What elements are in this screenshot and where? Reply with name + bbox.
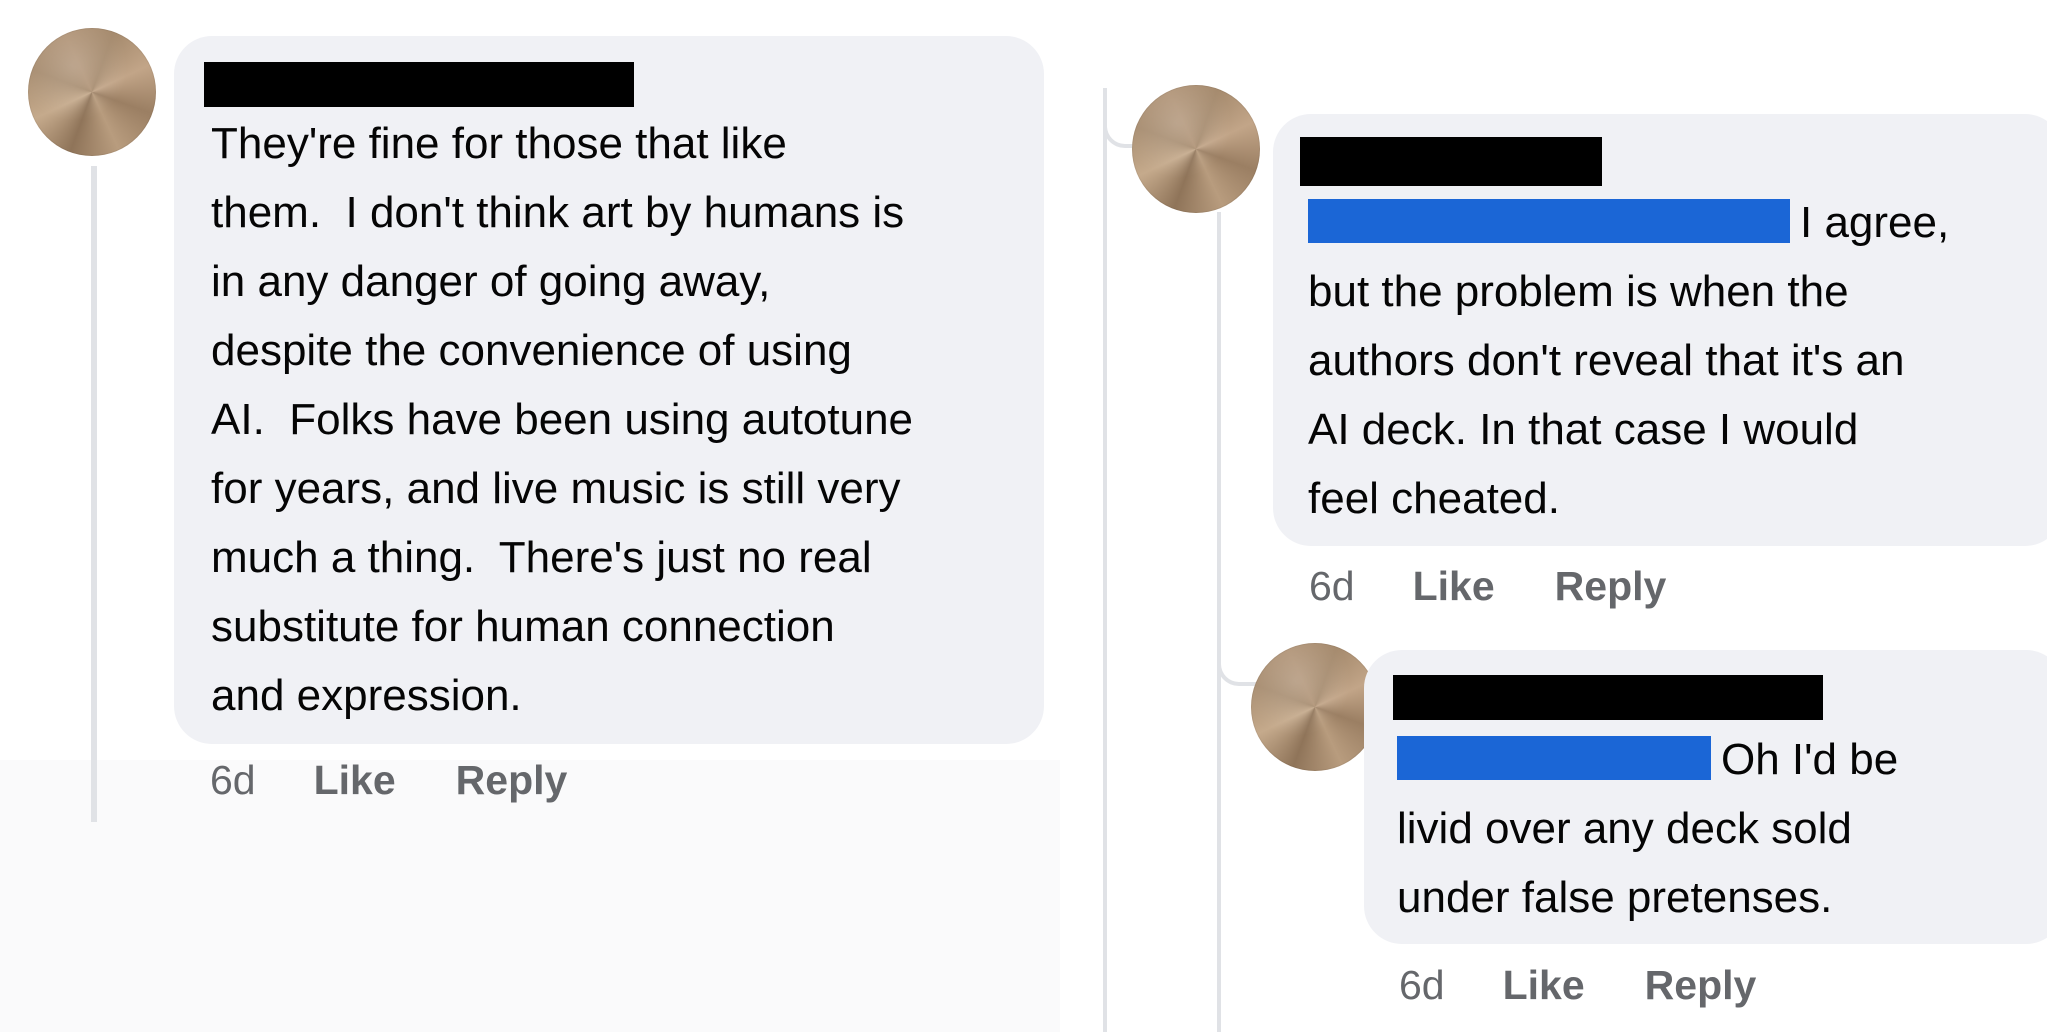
comment-text: Oh I'd be livid over any deck sold under… xyxy=(1397,735,1899,922)
comment-text: I agree, but the problem is when the aut… xyxy=(1308,198,1950,523)
right-comment-pane: I agree, but the problem is when the aut… xyxy=(1060,0,2047,1032)
thread-connector xyxy=(1217,650,1257,686)
redacted-author-name xyxy=(204,62,634,107)
comment-timestamp: 6d xyxy=(210,757,256,803)
reply-button[interactable]: Reply xyxy=(1645,962,1757,1009)
comment-actions: 6d Like Reply xyxy=(1309,563,1666,610)
comment-timestamp: 6d xyxy=(1309,563,1355,609)
comment-actions: 6d Like Reply xyxy=(1399,962,1756,1009)
thread-line xyxy=(1217,212,1221,1032)
comment-actions: 6d Like Reply xyxy=(210,757,567,804)
reply-button[interactable]: Reply xyxy=(456,757,568,804)
like-button[interactable]: Like xyxy=(1503,962,1585,1009)
thread-line xyxy=(91,166,97,822)
redacted-mention[interactable] xyxy=(1308,199,1790,243)
left-comment-pane: They're fine for those that like them. I… xyxy=(0,0,1060,1032)
redacted-mention[interactable] xyxy=(1397,736,1711,780)
redacted-author-name xyxy=(1300,137,1602,186)
reply-button[interactable]: Reply xyxy=(1555,563,1667,610)
comment-timestamp: 6d xyxy=(1399,962,1445,1008)
like-button[interactable]: Like xyxy=(314,757,396,804)
redacted-author-name xyxy=(1393,675,1823,720)
thread-line xyxy=(1103,88,1107,1032)
avatar[interactable] xyxy=(28,28,156,156)
comment-text: They're fine for those that like them. I… xyxy=(211,119,914,720)
like-button[interactable]: Like xyxy=(1413,563,1495,610)
avatar[interactable] xyxy=(1251,643,1379,771)
avatar[interactable] xyxy=(1132,85,1260,213)
